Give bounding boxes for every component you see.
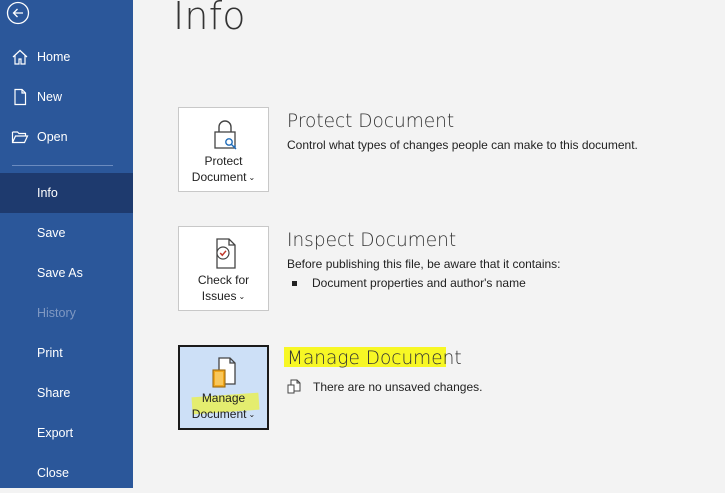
inspect-bullet-text: Document properties and author's name <box>312 276 526 290</box>
nav-home-label: Home <box>37 50 71 64</box>
manage-document-icon <box>212 357 236 388</box>
protect-label-line1: Protect <box>204 154 243 168</box>
manage-document-status: There are no unsaved changes. <box>313 380 483 394</box>
nav-export[interactable]: Export <box>0 413 133 453</box>
nav-save-label: Save <box>37 226 66 240</box>
nav-export-label: Export <box>37 426 74 440</box>
nav-home[interactable]: Home <box>0 37 133 77</box>
nav-print-label: Print <box>37 346 63 360</box>
protect-label-line2: Document ⌄ <box>179 169 268 187</box>
nav-share-label: Share <box>37 386 71 400</box>
nav-share[interactable]: Share <box>0 373 133 413</box>
document-status-icon <box>287 379 301 394</box>
protect-document-button[interactable]: Protect Document ⌄ <box>178 107 269 192</box>
nav-open[interactable]: Open <box>0 117 133 157</box>
nav-save-as-label: Save As <box>37 266 83 280</box>
back-arrow-icon <box>6 1 30 25</box>
chevron-down-icon: ⌄ <box>248 410 256 419</box>
sidebar-divider <box>12 165 113 166</box>
nav-print[interactable]: Print <box>0 333 133 373</box>
home-icon <box>12 49 28 65</box>
inspect-document-title: Inspect Document <box>287 230 457 251</box>
nav-save[interactable]: Save <box>0 213 133 253</box>
new-document-icon <box>14 88 27 106</box>
nav-info[interactable]: Info <box>0 173 133 213</box>
check-for-issues-button[interactable]: Check for Issues ⌄ <box>178 226 269 311</box>
nav-save-as[interactable]: Save As <box>0 253 133 293</box>
inspect-document-icon <box>216 238 236 269</box>
chevron-down-icon: ⌄ <box>248 173 256 182</box>
protect-document-title: Protect Document <box>287 111 455 132</box>
inspect-bullet-item: Document properties and author's name <box>292 276 526 290</box>
protect-document-label: Protect Document ⌄ <box>179 153 268 187</box>
check-for-issues-label: Check for Issues ⌄ <box>179 272 268 306</box>
inspect-label-line2: Issues ⌄ <box>179 288 268 306</box>
manage-label-line2: Document ⌄ <box>180 406 267 424</box>
protect-document-description: Control what types of changes people can… <box>287 138 638 152</box>
inspect-document-description: Before publishing this file, be aware th… <box>287 257 561 271</box>
backstage-sidebar: Home New Open Info Save Save As History … <box>0 0 133 488</box>
manage-document-button[interactable]: Manage Document ⌄ <box>178 345 269 430</box>
nav-open-label: Open <box>37 130 68 144</box>
manage-document-title: Manage Document <box>287 348 462 369</box>
back-button[interactable] <box>6 1 30 25</box>
manage-document-label: Manage Document ⌄ <box>180 390 267 424</box>
nav-close[interactable]: Close <box>0 453 133 493</box>
lock-key-icon <box>214 120 237 150</box>
nav-close-label: Close <box>37 466 69 480</box>
nav-info-label: Info <box>37 186 58 200</box>
inspect-label-line2-text: Issues <box>201 289 237 303</box>
manage-label-line2-text: Document <box>191 407 247 421</box>
nav-new-label: New <box>37 90 63 104</box>
folder-open-icon <box>11 131 29 144</box>
protect-label-line2-text: Document <box>191 170 247 184</box>
page-title: Info <box>173 0 246 38</box>
nav-history: History <box>0 293 133 333</box>
manage-label-line1: Manage <box>201 391 246 405</box>
inspect-label-line1: Check for <box>197 273 250 287</box>
nav-new[interactable]: New <box>0 77 133 117</box>
chevron-down-icon: ⌄ <box>238 292 246 301</box>
nav-history-label: History <box>37 306 76 320</box>
